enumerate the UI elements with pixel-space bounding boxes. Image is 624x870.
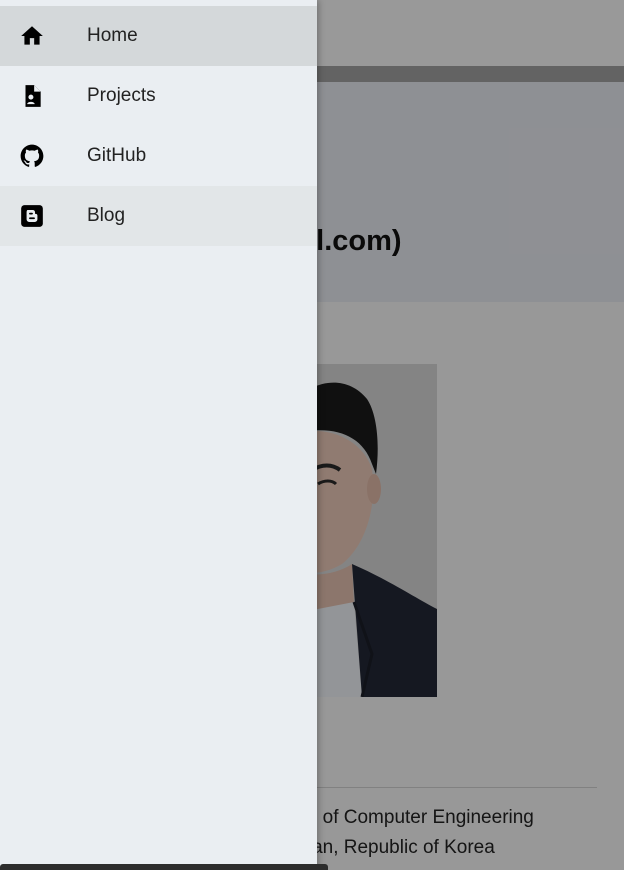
github-icon — [0, 126, 64, 186]
nav-item-label: Home — [87, 25, 138, 46]
home-icon — [0, 6, 64, 66]
blogger-icon — [0, 186, 64, 246]
nav-item-home[interactable]: Home — [0, 6, 317, 66]
bottom-scrollbar[interactable] — [0, 864, 328, 870]
document-person-icon — [0, 66, 64, 126]
nav-item-label: Projects — [87, 85, 156, 106]
nav-item-label: Blog — [87, 205, 126, 226]
app-page: ail.com) ool of Computer Engineering usa… — [0, 0, 624, 870]
nav-item-github[interactable]: GitHub — [0, 126, 317, 186]
nav-item-label: GitHub — [87, 145, 147, 166]
nav-item-projects[interactable]: Projects — [0, 66, 317, 126]
navigation-drawer: Home Projects GitHub Blog — [0, 0, 317, 870]
nav-item-blog[interactable]: Blog — [0, 186, 317, 246]
